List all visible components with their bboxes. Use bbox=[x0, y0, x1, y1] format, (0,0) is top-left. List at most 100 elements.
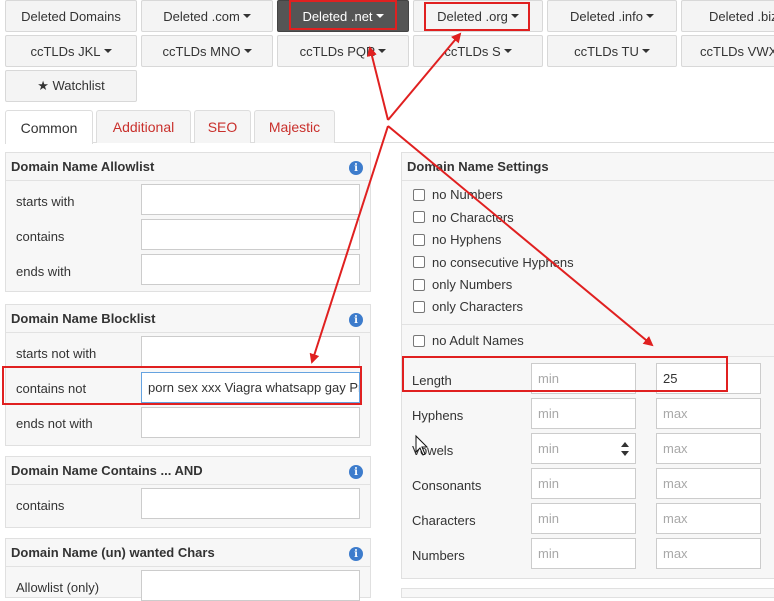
max-placeholder: max bbox=[663, 546, 688, 561]
nav-deleted-com[interactable]: Deleted .com bbox=[141, 0, 273, 32]
annotation-box-net bbox=[289, 0, 397, 30]
caret-down-icon bbox=[646, 14, 654, 18]
characters-max-input[interactable]: max bbox=[656, 503, 761, 534]
vowels-max-input[interactable]: max bbox=[656, 433, 761, 464]
caret-down-icon bbox=[243, 49, 252, 53]
info-icon[interactable]: i bbox=[349, 465, 363, 479]
info-icon[interactable]: i bbox=[349, 547, 363, 561]
numbers-max-input[interactable]: max bbox=[656, 538, 761, 569]
nav-deleted-biz[interactable]: Deleted .biz bbox=[681, 0, 774, 32]
nav-label: Deleted Domains bbox=[21, 8, 121, 24]
ends-with-input[interactable] bbox=[141, 254, 360, 285]
contains-and-title: Domain Name Contains ... AND bbox=[11, 463, 203, 478]
min-placeholder: min bbox=[538, 476, 559, 491]
caret-down-icon bbox=[378, 49, 387, 53]
tab-seo[interactable]: SEO bbox=[194, 110, 251, 143]
ends-not-with-input[interactable] bbox=[141, 407, 360, 438]
spinner-icon[interactable] bbox=[621, 442, 629, 456]
contains-input[interactable] bbox=[141, 219, 360, 250]
max-placeholder: max bbox=[663, 406, 688, 421]
max-placeholder: max bbox=[663, 476, 688, 491]
nav-label: ccTLDs JKL bbox=[30, 43, 101, 59]
wanted-chars-panel: Domain Name (un) wanted Chars i Allowlis… bbox=[5, 538, 371, 601]
nav-cctlds-pqr[interactable]: ccTLDs PQR bbox=[277, 35, 409, 67]
hyphens-label: Hyphens bbox=[412, 408, 464, 423]
no-consecutive-hyphens-checkbox[interactable] bbox=[413, 256, 425, 268]
wanted-chars-title: Domain Name (un) wanted Chars bbox=[11, 545, 215, 560]
info-icon[interactable]: i bbox=[349, 161, 363, 175]
starts-with-input[interactable] bbox=[141, 184, 360, 215]
allowlist-title: Domain Name Allowlist bbox=[11, 159, 155, 174]
vowels-label: Vowels bbox=[412, 443, 454, 458]
consonants-label: Consonants bbox=[412, 478, 482, 493]
no-adult-names-label: no Adult Names bbox=[432, 333, 524, 348]
nav-label: Deleted .com bbox=[163, 8, 240, 24]
nav-label: ccTLDs PQR bbox=[299, 43, 376, 59]
blocklist-title: Domain Name Blocklist bbox=[11, 311, 156, 326]
contains-label: contains bbox=[16, 229, 65, 244]
no-hyphens-label: no Hyphens bbox=[432, 232, 502, 247]
characters-min-input[interactable]: min bbox=[531, 503, 636, 534]
vowels-min-input[interactable]: min bbox=[531, 433, 636, 464]
nav-cctlds-mno[interactable]: ccTLDs MNO bbox=[141, 35, 273, 67]
ends-with-label: ends with bbox=[16, 264, 71, 279]
caret-down-icon bbox=[242, 14, 251, 18]
max-placeholder: max bbox=[663, 511, 688, 526]
nav-label: ccTLDs VWXYZ bbox=[700, 43, 774, 59]
min-placeholder: min bbox=[538, 406, 559, 421]
min-placeholder: min bbox=[538, 511, 559, 526]
hyphens-min-input[interactable]: min bbox=[531, 398, 636, 429]
settings-divider bbox=[402, 324, 774, 325]
contains-and-panel: Domain Name Contains ... AND i contains bbox=[5, 456, 371, 528]
hyphens-max-input[interactable]: max bbox=[656, 398, 761, 429]
nav-label: Deleted .info bbox=[570, 8, 643, 24]
only-characters-label: only Characters bbox=[432, 299, 524, 314]
only-numbers-label: only Numbers bbox=[432, 277, 513, 292]
ends-not-with-label: ends not with bbox=[16, 416, 93, 431]
consonants-min-input[interactable]: min bbox=[531, 468, 636, 499]
no-numbers-label: no Numbers bbox=[432, 187, 503, 202]
numbers-min-input[interactable]: min bbox=[531, 538, 636, 569]
annotation-box-org bbox=[424, 2, 530, 31]
caret-down-icon bbox=[641, 49, 650, 53]
no-hyphens-checkbox[interactable] bbox=[413, 234, 425, 246]
numbers-label: Numbers bbox=[412, 548, 465, 563]
no-numbers-checkbox[interactable] bbox=[413, 189, 425, 201]
caret-down-icon bbox=[503, 49, 512, 53]
starts-not-with-label: starts not with bbox=[16, 346, 97, 361]
allowlist-panel: Domain Name Allowlist i starts with cont… bbox=[5, 152, 371, 292]
tab-label: Majestic bbox=[268, 119, 321, 135]
tab-majestic[interactable]: Majestic bbox=[254, 110, 335, 143]
consonants-max-input[interactable]: max bbox=[656, 468, 761, 499]
only-numbers-checkbox[interactable] bbox=[413, 279, 425, 291]
tab-common[interactable]: Common bbox=[5, 110, 93, 144]
settings-title: Domain Name Settings bbox=[407, 159, 549, 174]
nav-cctlds-jkl[interactable]: ccTLDs JKL bbox=[5, 35, 137, 67]
panel-divider bbox=[6, 332, 370, 333]
max-placeholder: max bbox=[663, 441, 688, 456]
panel-divider bbox=[6, 566, 370, 567]
contains-and-label: contains bbox=[16, 498, 65, 513]
info-icon[interactable]: i bbox=[349, 313, 363, 327]
caret-down-icon bbox=[103, 49, 112, 53]
nav-label: ccTLDs MNO bbox=[162, 43, 241, 59]
tab-label: Additional bbox=[112, 119, 175, 135]
nav-cctlds-tu[interactable]: ccTLDs TU bbox=[547, 35, 677, 67]
nav-deleted-info[interactable]: Deleted .info bbox=[547, 0, 677, 32]
watchlist-label: ★ Watchlist bbox=[37, 78, 105, 93]
annotation-box-contains-not bbox=[2, 366, 362, 405]
nav-deleted-domains[interactable]: Deleted Domains bbox=[5, 0, 137, 32]
no-characters-checkbox[interactable] bbox=[413, 211, 425, 223]
tab-additional[interactable]: Additional bbox=[96, 110, 191, 143]
contains-and-input[interactable] bbox=[141, 488, 360, 519]
allowlist-only-input[interactable] bbox=[141, 570, 360, 601]
no-adult-names-checkbox[interactable] bbox=[413, 335, 425, 347]
watchlist-button[interactable]: ★ Watchlist bbox=[5, 70, 137, 102]
panel-divider bbox=[6, 180, 370, 181]
panel-divider bbox=[402, 180, 774, 181]
nav-cctlds-s[interactable]: ccTLDs S bbox=[413, 35, 543, 67]
only-characters-checkbox[interactable] bbox=[413, 301, 425, 313]
nav-cctlds-vwxyz[interactable]: ccTLDs VWXYZ bbox=[681, 35, 774, 67]
tab-label: Common bbox=[20, 119, 78, 136]
starts-not-with-input[interactable] bbox=[141, 336, 360, 367]
